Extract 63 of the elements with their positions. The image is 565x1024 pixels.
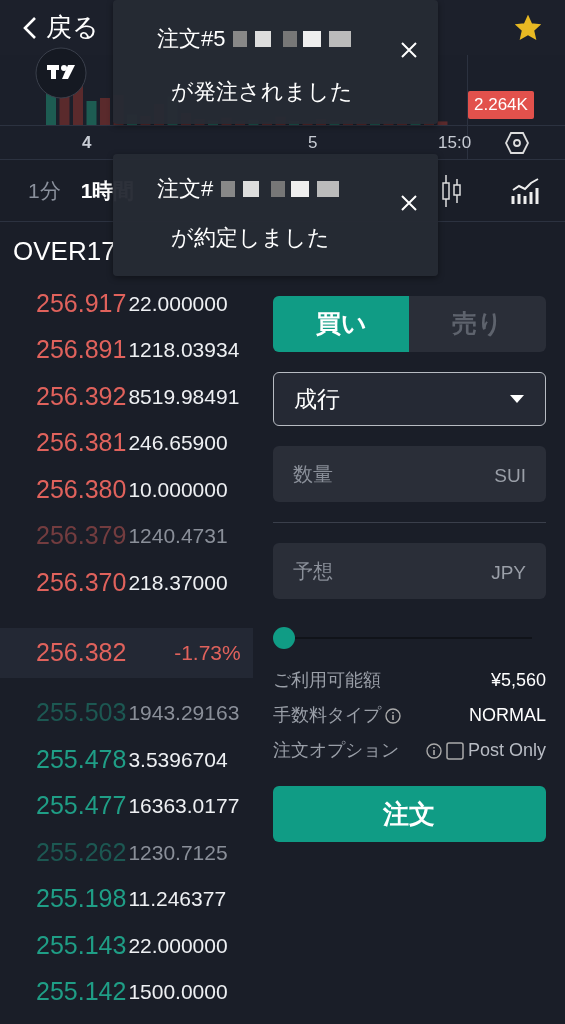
bid-price: 255.477 [36, 790, 127, 821]
order-amount: 8519.98491 [127, 383, 240, 410]
ask-price: 256.381 [36, 427, 127, 458]
order-button[interactable]: 注文 [272, 786, 546, 842]
settings-icon[interactable] [504, 131, 529, 154]
order-amount: 1943.29163 [127, 700, 240, 726]
ask-price: 256.380 [36, 473, 127, 505]
slider-thumb[interactable] [272, 627, 295, 649]
ask-price: 256.370 [36, 566, 127, 598]
order-amount: 11.246377 [127, 886, 227, 912]
timeframe-tab[interactable]: 1分 [18, 174, 71, 207]
time-axis-label: 15:0 [438, 131, 472, 154]
time-axis-label: 5 [308, 131, 318, 154]
order-amount: 3.5396704 [127, 746, 228, 773]
bid-price: 255.198 [36, 883, 127, 914]
info-label: 手数料タイプ [272, 704, 381, 727]
candlestick-icon[interactable] [441, 174, 463, 207]
chevron-left-icon [22, 15, 38, 40]
price-change: -1.73% [174, 639, 241, 666]
order-amount: 22.000000 [127, 290, 228, 317]
ask-price: 256.917 [36, 287, 127, 319]
order-amount: 1500.0000 [127, 979, 228, 1005]
last-price: 256.382 [36, 636, 127, 668]
order-amount: 246.65900 [127, 430, 228, 456]
ask-price: 256.891 [36, 334, 127, 365]
back-link[interactable]: 戻る [0, 8, 99, 47]
info-value: ¥5,560 [490, 669, 546, 692]
info-label: 注文オプション [272, 739, 400, 762]
toast-message: が約定しました [171, 225, 330, 250]
order-amount: 1230.7125 [127, 839, 228, 866]
order-amount: 218.37000 [127, 569, 228, 596]
bid-price: 255.262 [36, 836, 127, 868]
bid-price: 255.142 [36, 976, 127, 1007]
bid-price: 255.503 [36, 697, 127, 728]
order-amount: 22.000000 [127, 932, 228, 959]
ask-price: 256.379 [36, 520, 127, 551]
ask-price: 256.392 [36, 380, 127, 412]
info-icon[interactable] [425, 742, 442, 759]
bid-price: 255.478 [36, 743, 127, 775]
order-amount: 10.000000 [127, 476, 228, 503]
order-amount: 1240.4731 [127, 523, 228, 549]
order-amount: 16363.0177 [127, 793, 240, 819]
time-axis-label: 4 [82, 131, 92, 154]
info-icon[interactable] [384, 707, 401, 724]
info-value: Post Only [467, 739, 546, 762]
checkbox[interactable] [445, 741, 464, 760]
favorite-star-icon[interactable] [515, 14, 541, 41]
bid-price: 255.143 [36, 929, 127, 961]
info-label: ご利用可能額 [272, 669, 381, 692]
unit-label: JPY [491, 561, 526, 585]
order-type-dropdown[interactable]: 成行 [272, 372, 546, 426]
price-tag: 2.264K [468, 91, 534, 119]
toast-message: が発注されました [171, 79, 353, 104]
side-tab[interactable]: 買い [272, 296, 410, 352]
caret-icon [509, 394, 525, 404]
order-amount: 1218.03934 [127, 337, 240, 363]
indicator-chart-icon[interactable] [511, 177, 541, 204]
timeframe-tab[interactable]: 1時間 [70, 174, 145, 207]
toast-title: 注文#5 [157, 25, 226, 53]
market-label: OVER17 [13, 234, 116, 268]
unit-label: SUI [494, 464, 526, 488]
info-value: NORMAL [469, 704, 546, 727]
toast-title: 注文# [157, 175, 214, 203]
